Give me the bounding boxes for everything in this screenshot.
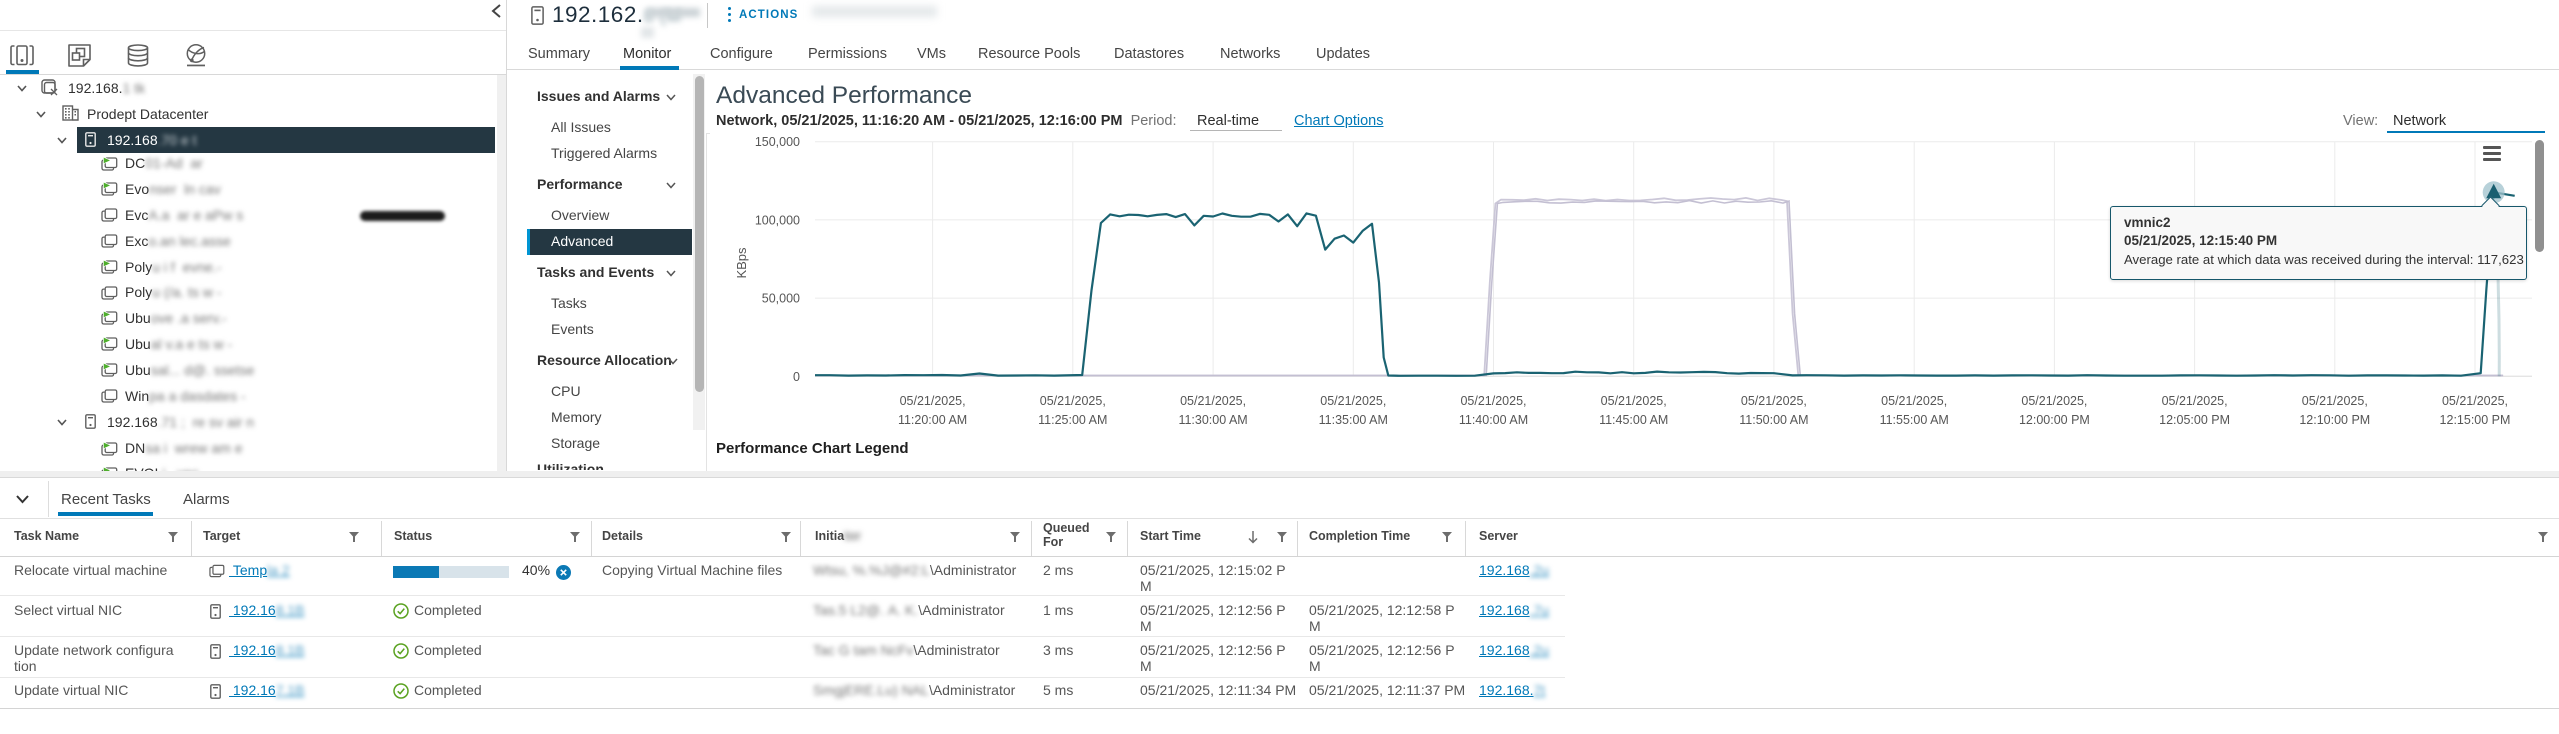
svg-text:05/21/2025,: 05/21/2025, xyxy=(900,394,966,408)
svg-text:12:05:00 PM: 12:05:00 PM xyxy=(2159,413,2230,427)
svg-text:05/21/2025,: 05/21/2025, xyxy=(1741,394,1807,408)
svg-text:100,000: 100,000 xyxy=(755,213,800,227)
svg-text:0: 0 xyxy=(793,370,800,384)
svg-text:05/21/2025,: 05/21/2025, xyxy=(2442,394,2508,408)
svg-text:11:55:00 AM: 11:55:00 AM xyxy=(1880,413,1949,427)
svg-text:11:20:00 AM: 11:20:00 AM xyxy=(898,413,967,427)
svg-text:12:10:00 PM: 12:10:00 PM xyxy=(2299,413,2370,427)
svg-text:50,000: 50,000 xyxy=(762,292,800,306)
svg-text:150,000: 150,000 xyxy=(755,135,800,149)
svg-text:05/21/2025,: 05/21/2025, xyxy=(1320,394,1386,408)
svg-text:KBps: KBps xyxy=(734,247,749,279)
svg-text:11:45:00 AM: 11:45:00 AM xyxy=(1599,413,1668,427)
svg-text:05/21/2025,: 05/21/2025, xyxy=(1460,394,1526,408)
svg-text:05/21/2025,: 05/21/2025, xyxy=(1601,394,1667,408)
svg-text:12:00:00 PM: 12:00:00 PM xyxy=(2019,413,2090,427)
svg-text:05/21/2025,: 05/21/2025, xyxy=(2162,394,2228,408)
svg-text:05/21/2025,: 05/21/2025, xyxy=(1881,394,1947,408)
svg-text:11:35:00 AM: 11:35:00 AM xyxy=(1319,413,1388,427)
svg-text:05/21/2025,: 05/21/2025, xyxy=(2302,394,2368,408)
svg-text:05/21/2025,: 05/21/2025, xyxy=(2021,394,2087,408)
svg-text:05/21/2025,: 05/21/2025, xyxy=(1040,394,1106,408)
svg-text:11:40:00 AM: 11:40:00 AM xyxy=(1459,413,1528,427)
svg-text:12:15:00 PM: 12:15:00 PM xyxy=(2440,413,2511,427)
svg-text:11:30:00 AM: 11:30:00 AM xyxy=(1178,413,1247,427)
svg-text:11:50:00 AM: 11:50:00 AM xyxy=(1739,413,1808,427)
svg-text:11:25:00 AM: 11:25:00 AM xyxy=(1038,413,1107,427)
svg-text:05/21/2025,: 05/21/2025, xyxy=(1180,394,1246,408)
